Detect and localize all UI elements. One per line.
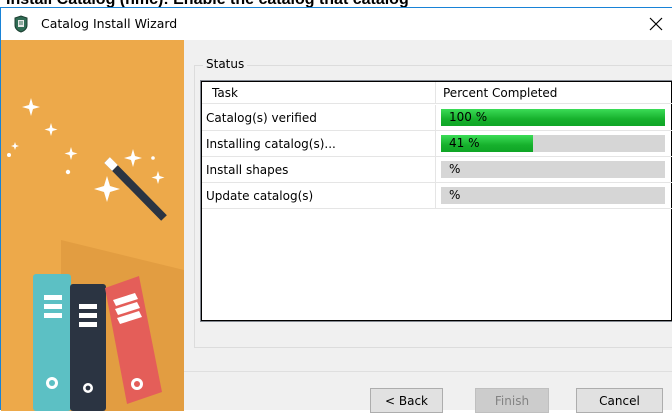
cancel-button[interactable]: Cancel xyxy=(576,388,663,413)
table-row[interactable]: Installing catalog(s)... 41 % xyxy=(202,131,672,157)
catalog-install-icon xyxy=(14,15,28,33)
binder-icon xyxy=(33,274,162,411)
progress-text: % xyxy=(449,162,461,176)
progress-bar: 41 % xyxy=(441,135,665,152)
wizard-window: Catalog Install Wizard Status Task Perce… xyxy=(0,7,672,413)
wizard-illustration xyxy=(7,98,184,411)
progress-bar: % xyxy=(441,187,665,204)
close-button[interactable] xyxy=(644,12,668,36)
finish-button[interactable]: Finish xyxy=(475,388,549,413)
progress-text: 41 % xyxy=(449,136,480,150)
task-name: Installing catalog(s)... xyxy=(202,131,436,156)
status-group: Status Task Percent Completed Catalog(s)… xyxy=(194,57,672,348)
window-title: Catalog Install Wizard xyxy=(41,16,178,31)
progress-bar: % xyxy=(441,161,665,178)
task-name: Install shapes xyxy=(202,157,436,182)
task-name: Update catalog(s) xyxy=(202,183,436,208)
column-header-task[interactable]: Task xyxy=(202,82,436,103)
table-row[interactable]: Install shapes % xyxy=(202,157,672,183)
back-button[interactable]: < Back xyxy=(370,388,443,413)
progress-bar: 100 % xyxy=(441,109,665,126)
table-row[interactable]: Catalog(s) verified 100 % xyxy=(202,105,672,131)
status-group-label: Status xyxy=(203,57,248,71)
title-bar[interactable]: Catalog Install Wizard xyxy=(1,8,672,40)
wizard-side-illustration xyxy=(1,40,184,411)
button-area-separator xyxy=(184,371,672,372)
table-header: Task Percent Completed xyxy=(202,82,672,104)
task-table[interactable]: Task Percent Completed Catalog(s) verifi… xyxy=(200,80,672,322)
progress-text: % xyxy=(449,188,461,202)
task-name: Catalog(s) verified xyxy=(202,105,436,130)
progress-text: 100 % xyxy=(449,110,488,124)
table-row[interactable]: Update catalog(s) % xyxy=(202,183,672,209)
column-header-percent[interactable]: Percent Completed xyxy=(437,82,672,103)
close-icon xyxy=(649,17,663,31)
